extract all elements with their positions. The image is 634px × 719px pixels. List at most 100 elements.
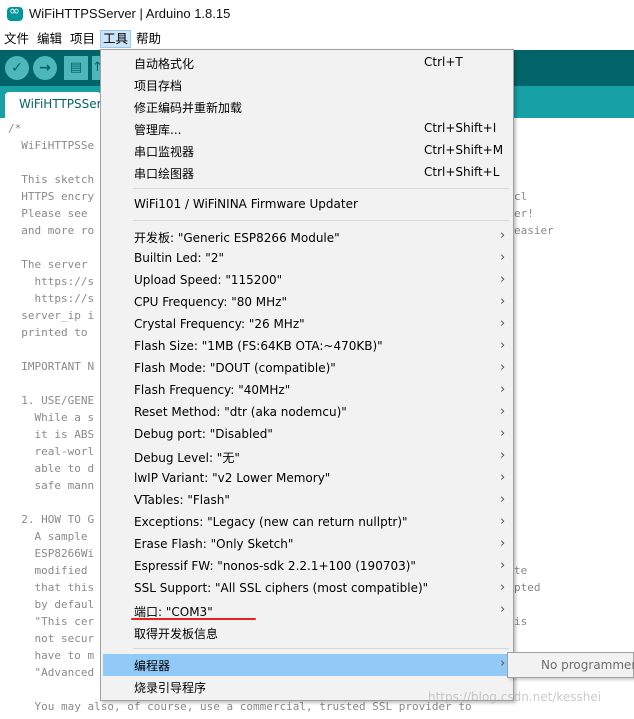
menu-item-label: lwIP Variant: "v2 Lower Memory" — [134, 471, 331, 485]
menu-item-label: 取得开发板信息 — [134, 627, 219, 641]
menu-item-25[interactable]: SSL Support: "All SSL ciphers (most comp… — [103, 578, 511, 600]
code-line: ESP8266Wi — [8, 547, 95, 560]
chevron-right-icon: › — [500, 656, 506, 671]
menu-item-label: CPU Frequency: "80 MHz" — [134, 295, 287, 309]
menu-item-29[interactable]: 编程器 › — [103, 654, 511, 676]
menu-item-10[interactable]: Builtin Led: "2" › — [103, 248, 511, 270]
code-line: HTTPS encry — [8, 190, 95, 203]
menu-item-label: Erase Flash: "Only Sketch" — [134, 537, 294, 551]
port-annotation-underline — [131, 618, 256, 620]
menu-item-label: VTables: "Flash" — [134, 493, 230, 507]
chevron-right-icon: › — [500, 250, 506, 265]
menu-item-16[interactable]: Flash Frequency: "40MHz" › — [103, 380, 511, 402]
code-line: WiFiHTTPSSe — [8, 139, 95, 152]
tab-label: WiFiHTTPSServer — [19, 97, 101, 111]
menu-item-label: Reset Method: "dtr (aka nodemcu)" — [134, 405, 347, 419]
chevron-right-icon: › — [500, 514, 506, 529]
menu-item-label: 修正编码并重新加载 — [134, 101, 243, 115]
menu-item-18[interactable]: Debug port: "Disabled" › — [103, 424, 511, 446]
menu-item-24[interactable]: Espressif FW: "nonos-sdk 2.2.1+100 (1907… — [103, 556, 511, 578]
tab-sketch[interactable]: WiFiHTTPSServer — [5, 92, 101, 118]
chevron-right-icon: › — [500, 602, 506, 617]
menu-item-11[interactable]: Upload Speed: "115200" › — [103, 270, 511, 292]
code-line-fragment: pted — [514, 581, 541, 594]
menu-help[interactable]: 帮助 — [134, 30, 163, 48]
code-line: not secur — [8, 632, 95, 645]
code-line: able to d — [8, 462, 95, 475]
menu-item-label: SSL Support: "All SSL ciphers (most comp… — [134, 581, 429, 595]
new-sketch-icon[interactable]: ▤ — [64, 56, 88, 80]
menu-tools[interactable]: 工具 — [100, 30, 132, 48]
menu-edit[interactable]: 编辑 — [35, 30, 64, 48]
code-line: "This cer — [8, 615, 95, 628]
menu-item-label: Crystal Frequency: "26 MHz" — [134, 317, 305, 331]
code-line: /* — [8, 122, 22, 135]
menu-item-20[interactable]: lwIP Variant: "v2 Lower Memory" › — [103, 468, 511, 490]
chevron-right-icon: › — [500, 338, 506, 353]
chevron-right-icon: › — [500, 360, 506, 375]
programmer-submenu: No programmer — [507, 652, 634, 678]
menu-item-7[interactable]: WiFi101 / WiFiNINA Firmware Updater — [103, 194, 511, 216]
code-line: by defaul — [8, 598, 95, 611]
code-line: it is ABS — [8, 428, 95, 441]
code-line: This sketch — [8, 173, 95, 186]
window-title: WiFiHTTPSServer | Arduino 1.8.15 — [29, 6, 231, 21]
menu-item-27[interactable]: 取得开发板信息 — [103, 622, 511, 644]
menu-item-label: 烧录引导程序 — [134, 681, 207, 695]
menu-item-label: Espressif FW: "nonos-sdk 2.2.1+100 (1907… — [134, 559, 416, 573]
menu-item-0[interactable]: 自动格式化 Ctrl+T — [103, 52, 511, 74]
menu-item-shortcut: Ctrl+T — [424, 55, 463, 69]
chevron-right-icon: › — [500, 272, 506, 287]
code-line: printed to — [8, 326, 88, 339]
chevron-right-icon: › — [500, 404, 506, 419]
menu-item-1[interactable]: 项目存档 — [103, 74, 511, 96]
menu-item-9[interactable]: 开发板: "Generic ESP8266 Module" › — [103, 226, 511, 248]
code-line-fragment: easier — [514, 224, 554, 237]
menu-item-15[interactable]: Flash Mode: "DOUT (compatible)" › — [103, 358, 511, 380]
menu-item-4[interactable]: 串口监视器 Ctrl+Shift+M — [103, 140, 511, 162]
code-line-fragment: te — [514, 564, 528, 577]
menu-sketch[interactable]: 项目 — [68, 30, 97, 48]
chevron-right-icon: › — [500, 426, 506, 441]
menu-item-label: Debug port: "Disabled" — [134, 427, 273, 441]
code-line: The server — [8, 258, 88, 271]
menu-item-21[interactable]: VTables: "Flash" › — [103, 490, 511, 512]
watermark: https://blog.csdn.net/kesshei — [428, 690, 602, 704]
code-line-fragment: is — [514, 615, 528, 628]
verify-icon[interactable]: ✓ — [5, 56, 29, 80]
chevron-right-icon: › — [500, 294, 506, 309]
code-line: A sample — [8, 530, 88, 543]
menu-item-label: Flash Mode: "DOUT (compatible)" — [134, 361, 336, 375]
menu-item-12[interactable]: CPU Frequency: "80 MHz" › — [103, 292, 511, 314]
chevron-right-icon: › — [500, 316, 506, 331]
upload-icon[interactable]: → — [33, 56, 57, 80]
menu-item-2[interactable]: 修正编码并重新加载 — [103, 96, 511, 118]
submenu-item-no-programmer[interactable]: No programmer — [541, 658, 634, 672]
menu-item-22[interactable]: Exceptions: "Legacy (new can return null… — [103, 512, 511, 534]
menu-item-label: 串口监视器 — [134, 145, 195, 159]
code-line: https://s — [8, 275, 95, 288]
arduino-logo-icon — [7, 4, 23, 21]
menu-file[interactable]: 文件 — [2, 30, 31, 48]
menu-item-17[interactable]: Reset Method: "dtr (aka nodemcu)" › — [103, 402, 511, 424]
code-line: While a s — [8, 411, 95, 424]
code-line: 2. HOW TO G — [8, 513, 95, 526]
menu-item-label: Flash Size: "1MB (FS:64KB OTA:~470KB)" — [134, 339, 383, 353]
menu-item-5[interactable]: 串口绘图器 Ctrl+Shift+L — [103, 162, 511, 184]
menu-item-13[interactable]: Crystal Frequency: "26 MHz" › — [103, 314, 511, 336]
menu-separator — [133, 220, 509, 221]
code-line: safe mann — [8, 479, 95, 492]
menu-item-23[interactable]: Erase Flash: "Only Sketch" › — [103, 534, 511, 556]
menu-item-label: 管理库... — [134, 123, 182, 137]
code-line: have to m — [8, 649, 95, 662]
chevron-right-icon: › — [500, 448, 506, 463]
menu-item-19[interactable]: Debug Level: "无" › — [103, 446, 511, 468]
menu-item-label: Flash Frequency: "40MHz" — [134, 383, 291, 397]
menu-item-14[interactable]: Flash Size: "1MB (FS:64KB OTA:~470KB)" › — [103, 336, 511, 358]
menu-item-3[interactable]: 管理库... Ctrl+Shift+I — [103, 118, 511, 140]
code-line: and more ro — [8, 224, 95, 237]
chevron-right-icon: › — [500, 558, 506, 573]
code-line-fragment: er! — [514, 207, 534, 220]
menu-item-label: Upload Speed: "115200" — [134, 273, 283, 287]
open-sketch-icon[interactable]: ↑ — [92, 56, 100, 80]
